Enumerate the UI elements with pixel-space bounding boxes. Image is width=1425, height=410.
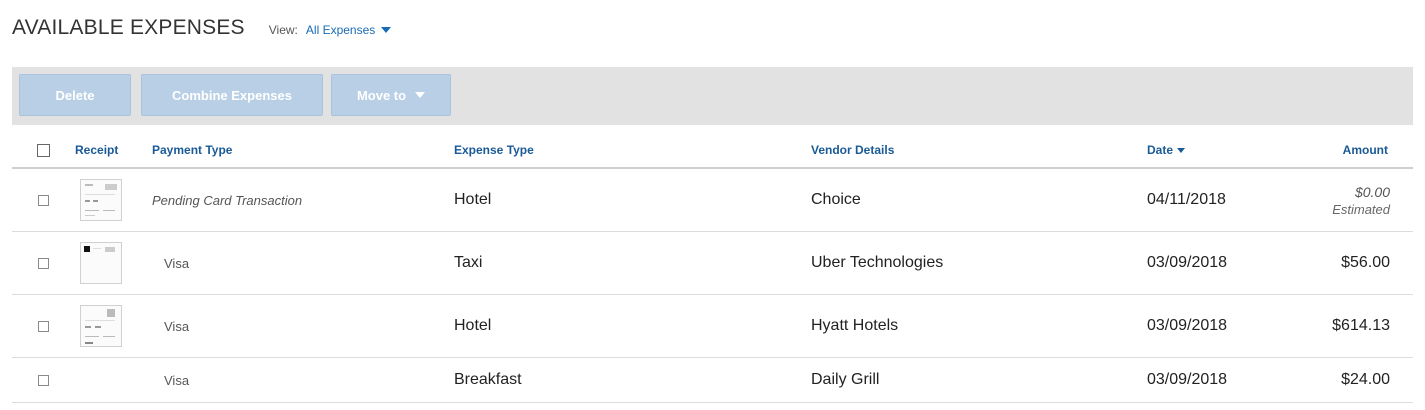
expense-type: Taxi [454,254,483,271]
receipt-thumbnail[interactable] [80,305,122,347]
table-row[interactable]: Visa Taxi Uber Technologies 03/09/2018 $… [12,232,1413,295]
receipt-thumbnail[interactable] [80,242,122,284]
expense-type: Hotel [454,191,492,208]
select-all-checkbox[interactable] [37,143,50,157]
expense-type: Hotel [454,317,492,334]
move-to-label[interactable]: Move to [357,88,406,103]
payment-type: Visa [164,255,190,271]
view-dropdown-value[interactable]: All Expenses [306,23,375,37]
chevron-down-icon[interactable] [415,92,426,98]
page-title: AVAILABLE EXPENSES [12,16,245,39]
amount-cell: $614.13 [1332,295,1390,357]
column-header-vendor-details[interactable]: Vendor Details [811,133,894,167]
payment-type: Pending Card Transaction [152,192,303,208]
transaction-date: 03/09/2018 [1147,254,1228,271]
amount-cell: $56.00 [1341,232,1390,294]
column-header-payment-type[interactable]: Payment Type [152,133,232,167]
delete-button[interactable]: Delete [19,74,131,116]
receipt-cell[interactable] [80,232,122,294]
amount-cell: $24.00 [1341,358,1390,402]
combine-expenses-label[interactable]: Combine Expenses [172,88,292,103]
row-select-cell[interactable] [38,169,49,231]
amount-value: $614.13 [1332,317,1390,334]
table-row[interactable]: Visa Breakfast Daily Grill 03/09/2018 $2… [12,358,1413,403]
amount-value: $24.00 [1341,371,1390,388]
vendor-details: Uber Technologies [811,254,944,271]
receipt-cell[interactable] [80,295,122,357]
amount-value: $56.00 [1341,254,1390,271]
table-row[interactable]: Pending Card Transaction Hotel Choice 04… [12,169,1413,232]
action-toolbar: Delete Combine Expenses Move to [12,67,1413,125]
transaction-date: 03/09/2018 [1147,317,1228,334]
sort-descending-icon[interactable] [1177,147,1186,153]
row-checkbox[interactable] [38,257,49,269]
column-header-amount[interactable]: Amount [1343,133,1388,167]
vendor-details: Hyatt Hotels [811,317,899,334]
receipt-thumbnail[interactable] [80,179,122,221]
page-header: AVAILABLE EXPENSES View: All Expenses [12,10,392,46]
amount-estimated-note: Estimated [1332,201,1390,217]
row-select-cell[interactable] [38,295,49,357]
vendor-details: Daily Grill [811,371,880,388]
row-checkbox[interactable] [38,194,49,206]
transaction-date: 03/09/2018 [1147,371,1228,388]
column-header-date-label[interactable]: Date [1147,143,1173,157]
expense-type: Breakfast [454,371,522,388]
chevron-down-icon[interactable] [381,27,392,33]
column-header-expense-type[interactable]: Expense Type [454,133,534,167]
expenses-table: Receipt Payment Type Expense Type Vendor… [12,133,1413,403]
row-select-cell[interactable] [38,232,49,294]
select-all-cell[interactable] [37,133,50,167]
amount-cell: $0.00 Estimated [1332,169,1390,231]
column-header-receipt[interactable]: Receipt [75,133,118,167]
move-to-button[interactable]: Move to [331,74,451,116]
row-checkbox[interactable] [38,374,49,386]
receipt-cell[interactable] [80,169,122,231]
table-header-row: Receipt Payment Type Expense Type Vendor… [12,133,1413,169]
table-row[interactable]: Visa Hotel Hyatt Hotels 03/09/2018 $614.… [12,295,1413,358]
amount-value: $0.00 [1354,183,1390,200]
transaction-date: 04/11/2018 [1147,191,1226,208]
view-label: View: [268,23,298,37]
row-select-cell[interactable] [38,358,49,402]
delete-button-label[interactable]: Delete [55,88,94,103]
view-dropdown[interactable]: All Expenses [306,23,392,37]
vendor-details: Choice [811,191,861,208]
row-checkbox[interactable] [38,320,49,332]
column-header-date[interactable]: Date [1147,133,1186,167]
payment-type: Visa [164,318,190,334]
payment-type: Visa [164,372,190,388]
combine-expenses-button[interactable]: Combine Expenses [141,74,323,116]
